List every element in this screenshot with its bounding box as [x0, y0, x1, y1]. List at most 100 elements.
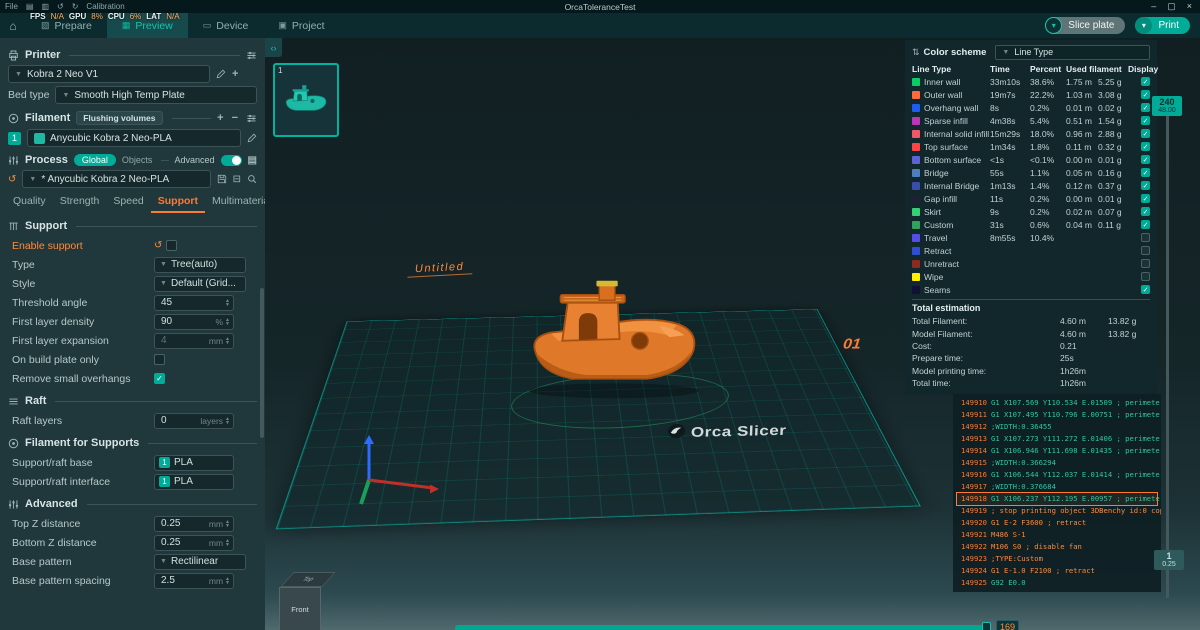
display-checkbox[interactable]: ✓: [1141, 155, 1150, 164]
plate-thumbnail[interactable]: 1: [273, 63, 339, 137]
advanced-mode-toggle[interactable]: [221, 155, 242, 166]
display-checkbox[interactable]: [1141, 272, 1150, 281]
display-checkbox[interactable]: [1141, 246, 1150, 255]
display-checkbox[interactable]: [1141, 233, 1150, 242]
home-tab[interactable]: ⌂: [0, 19, 26, 33]
gcode-line[interactable]: 149914G1 X106.946 Y111.698 E.01435 ; per…: [957, 445, 1157, 457]
move-slider-track[interactable]: [455, 625, 991, 630]
file-menu[interactable]: File: [5, 2, 18, 11]
param-select[interactable]: ▼Rectilinear: [154, 554, 246, 570]
spinner-arrows-icon[interactable]: ▲▼: [225, 318, 230, 326]
open-file-icon[interactable]: ▤: [26, 2, 34, 11]
process-tab-multimaterial[interactable]: Multimaterial: [205, 192, 265, 213]
param-spinner[interactable]: 90%▲▼: [154, 314, 234, 330]
gcode-line[interactable]: 149924G1 E-1.0 F2100 ; retract: [957, 565, 1157, 577]
display-checkbox[interactable]: ✓: [1141, 181, 1150, 190]
edit-printer-icon[interactable]: [216, 69, 226, 79]
display-checkbox[interactable]: ✓: [1141, 77, 1150, 86]
sidebar-collapse-button[interactable]: ‹›: [265, 38, 282, 57]
printer-preset-select[interactable]: ▼ Kobra 2 Neo V1: [8, 65, 210, 83]
tab-device[interactable]: ▭Device: [188, 13, 264, 38]
reset-preset-icon[interactable]: ↺: [8, 174, 16, 185]
display-checkbox[interactable]: ✓: [1141, 129, 1150, 138]
spinner-arrows-icon[interactable]: ▲▼: [225, 337, 230, 345]
benchy-model[interactable]: [521, 278, 707, 400]
view-cube-top-face[interactable]: Top: [280, 572, 336, 587]
plate-name-label[interactable]: Untitled: [407, 260, 473, 277]
display-checkbox[interactable]: ✓: [1141, 168, 1150, 177]
tab-project[interactable]: ▣Project: [263, 13, 339, 38]
view-cube-front-face[interactable]: Front: [279, 587, 321, 630]
param-select[interactable]: ▼Tree(auto): [154, 257, 246, 273]
viewport-3d[interactable]: ‹› 1 Untitled 01 Orca Slicer: [265, 38, 1200, 630]
process-settings-icon[interactable]: ▤: [248, 155, 257, 166]
search-settings-icon[interactable]: [247, 174, 257, 184]
spinner-arrows-icon[interactable]: ▲▼: [225, 417, 230, 425]
filament-settings-icon[interactable]: [246, 113, 257, 124]
redo-icon[interactable]: ↻: [72, 2, 79, 11]
view-cube[interactable]: Top Front: [279, 572, 321, 630]
gcode-line[interactable]: 149913G1 X107.273 Y111.272 E.01406 ; per…: [957, 433, 1157, 445]
reset-value-icon[interactable]: ↺: [154, 240, 162, 251]
print-options-chevron-icon[interactable]: ▾: [1135, 17, 1152, 34]
gcode-line[interactable]: 149915;WIDTH:0.366294: [957, 457, 1157, 469]
process-tab-strength[interactable]: Strength: [53, 192, 107, 213]
checkbox[interactable]: ✓: [154, 373, 165, 384]
display-checkbox[interactable]: ✓: [1141, 103, 1150, 112]
edit-filament-icon[interactable]: [247, 133, 257, 143]
slice-options-chevron-icon[interactable]: ▾: [1045, 17, 1062, 34]
layer-slider-bottom-handle[interactable]: 1 0.25: [1154, 550, 1184, 570]
process-preset-select[interactable]: ▼ * Anycubic Kobra 2 Neo-PLA: [22, 170, 210, 188]
gcode-line[interactable]: 149923;TYPE:Custom: [957, 553, 1157, 565]
spinner-arrows-icon[interactable]: ▲▼: [225, 577, 230, 585]
param-spinner[interactable]: 4mm▲▼: [154, 333, 234, 349]
add-filament-icon[interactable]: +: [217, 112, 223, 124]
display-checkbox[interactable]: ✓: [1141, 194, 1150, 203]
display-checkbox[interactable]: ✓: [1141, 207, 1150, 216]
view-mode-select[interactable]: ▼ Line Type: [995, 45, 1150, 60]
filament-slot-select[interactable]: 1PLA: [154, 474, 234, 490]
remove-filament-icon[interactable]: −: [232, 112, 238, 124]
checkbox[interactable]: [166, 240, 177, 251]
spinner-arrows-icon[interactable]: ▲▼: [225, 539, 230, 547]
display-checkbox[interactable]: ✓: [1141, 116, 1150, 125]
process-tab-support[interactable]: Support: [151, 192, 205, 213]
gcode-line[interactable]: 149918G1 X106.237 Y112.195 E.00957 ; per…: [957, 493, 1157, 505]
slice-plate-button[interactable]: ▾ Slice plate: [1045, 17, 1125, 34]
legend-collapse-icon[interactable]: ⇅: [912, 47, 920, 58]
calibration-menu[interactable]: Calibration: [86, 2, 124, 11]
maximize-button[interactable]: ▢: [1167, 1, 1176, 12]
scope-objects-button[interactable]: Objects: [122, 155, 153, 165]
scope-global-button[interactable]: Global: [74, 154, 116, 166]
sidebar-scrollbar[interactable]: [260, 288, 264, 438]
gcode-line[interactable]: 149925G92 E0.0: [957, 577, 1157, 589]
filament-slot-select[interactable]: 1PLA: [154, 455, 234, 471]
param-spinner[interactable]: 2.5mm▲▼: [154, 573, 234, 589]
move-slider-handle[interactable]: [982, 622, 991, 630]
flushing-volumes-button[interactable]: Flushing volumes: [76, 111, 162, 125]
display-checkbox[interactable]: ✓: [1141, 220, 1150, 229]
gcode-line[interactable]: 149916G1 X106.544 Y112.037 E.01414 ; per…: [957, 469, 1157, 481]
filament-select[interactable]: Anycubic Kobra 2 Neo-PLA: [27, 129, 241, 147]
process-tab-speed[interactable]: Speed: [106, 192, 150, 213]
close-button[interactable]: ×: [1187, 1, 1192, 12]
gcode-line[interactable]: 149911G1 X107.495 Y110.796 E.00751 ; per…: [957, 409, 1157, 421]
param-spinner[interactable]: 0.25mm▲▼: [154, 535, 234, 551]
display-checkbox[interactable]: ✓: [1141, 142, 1150, 151]
gcode-line[interactable]: 149917;WIDTH:0.376684: [957, 481, 1157, 493]
delete-preset-icon[interactable]: ⊟: [233, 174, 241, 185]
save-preset-icon[interactable]: [217, 174, 227, 184]
process-tab-quality[interactable]: Quality: [6, 192, 53, 213]
param-select[interactable]: ▼Default (Grid...: [154, 276, 246, 292]
layer-slider-track[interactable]: [1166, 98, 1169, 598]
layer-slider-top-handle[interactable]: 240 48.00: [1152, 96, 1182, 116]
gcode-line[interactable]: 149922M106 S0 ; disable fan: [957, 541, 1157, 553]
spinner-arrows-icon[interactable]: ▲▼: [225, 299, 230, 307]
print-button[interactable]: ▾ Print: [1135, 17, 1190, 34]
minimize-button[interactable]: –: [1151, 1, 1156, 12]
display-checkbox[interactable]: ✓: [1141, 285, 1150, 294]
save-file-icon[interactable]: ▥: [41, 2, 49, 11]
gcode-line[interactable]: 149920G1 E-2 F3600 ; retract: [957, 517, 1157, 529]
printer-settings-icon[interactable]: [246, 50, 257, 61]
gcode-line[interactable]: 149910G1 X107.569 Y110.534 E.01509 ; per…: [957, 397, 1157, 409]
